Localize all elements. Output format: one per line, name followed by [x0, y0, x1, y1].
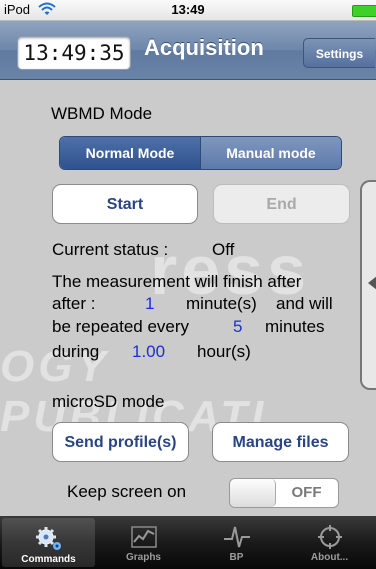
- toggle-knob: [230, 479, 276, 507]
- end-button[interactable]: End: [213, 184, 350, 224]
- gears-icon: [35, 527, 61, 550]
- clock-display: 13:49:35: [17, 36, 131, 70]
- side-panel-handle[interactable]: [360, 180, 376, 390]
- tab-graphs-label: Graphs: [125, 552, 161, 563]
- after-text: after :: [52, 294, 96, 313]
- hours-value[interactable]: 1.00: [132, 342, 165, 362]
- toggle-state: OFF: [291, 484, 322, 501]
- minutes-value[interactable]: 1: [145, 294, 154, 314]
- tab-bp-label: BP: [229, 552, 244, 563]
- microsd-heading: microSD mode: [52, 392, 165, 411]
- settings-button[interactable]: Settings: [303, 38, 375, 68]
- wbmd-heading: WBMD Mode: [51, 104, 153, 123]
- status-label: Current status :: [52, 240, 169, 259]
- and-will-text: and will: [276, 294, 333, 313]
- minutes-word: minutes: [265, 317, 325, 336]
- hours-unit: hour(s): [197, 342, 251, 361]
- manage-files-button[interactable]: Manage files: [212, 422, 349, 462]
- page-title: Acquisition: [144, 35, 264, 60]
- minute-unit: minute(s): [186, 294, 257, 313]
- status-bar: iPod 13:49: [0, 0, 376, 21]
- repeated-text: be repeated every: [52, 317, 190, 336]
- finish-text: The measurement will finish after: [52, 272, 302, 291]
- tab-about-label: About...: [310, 552, 349, 563]
- status-time: 13:49: [171, 2, 205, 17]
- tab-graphs[interactable]: Graphs: [97, 516, 190, 569]
- commands-panel: ress OGY PUBLICATI WBMD Mode Normal Mode…: [0, 80, 376, 516]
- crosshair-icon: [317, 525, 342, 549]
- tab-commands-label: Commands: [21, 554, 76, 565]
- battery-icon: [352, 5, 376, 17]
- repeat-value[interactable]: 5: [233, 317, 242, 337]
- during-text: during: [52, 342, 100, 361]
- start-button[interactable]: Start: [52, 184, 198, 224]
- tab-bar: Commands Graphs BP About...: [0, 516, 376, 569]
- graph-icon: [130, 526, 157, 548]
- tab-about[interactable]: About...: [283, 516, 376, 569]
- nav-bar: 13:49:35 Acquisition Settings: [0, 21, 376, 80]
- keep-screen-label: Keep screen on: [67, 482, 187, 501]
- pulse-icon: [223, 526, 250, 548]
- tab-commands[interactable]: Commands: [2, 518, 95, 567]
- manual-mode-segment[interactable]: Manual mode: [201, 137, 341, 169]
- keep-screen-toggle[interactable]: OFF: [229, 478, 339, 508]
- tab-bp[interactable]: BP: [190, 516, 283, 569]
- normal-mode-segment[interactable]: Normal Mode: [60, 137, 201, 169]
- status-value: Off: [212, 240, 235, 259]
- mode-segmented-control[interactable]: Normal Mode Manual mode: [59, 136, 342, 170]
- send-profiles-button[interactable]: Send profile(s): [52, 422, 189, 462]
- chevron-left-icon: [368, 276, 376, 290]
